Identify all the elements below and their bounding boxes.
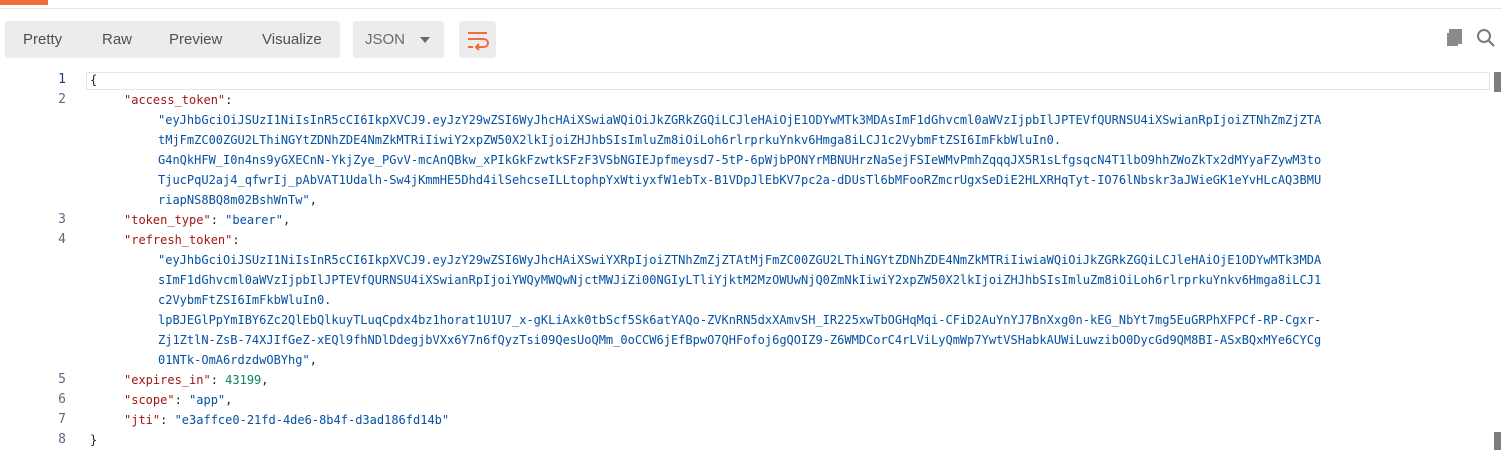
json-string: tMjFmZC00ZGU2LThiNGYtZDNhZDE4NmZkMTRiIiw… xyxy=(158,133,1062,147)
json-string: lpBJEGlPpYmIBY6Zc2QlEbQlkuyTLuqCpdx4bz1h… xyxy=(158,313,1322,327)
json-string: "bearer" xyxy=(225,213,283,227)
line-number: 5 xyxy=(58,372,66,387)
code-line: Zj1ZtlN-ZsB-74XJIfGeZ-xEQl9fhNDlDdegjbVX… xyxy=(158,330,1321,350)
view-mode-segment: Pretty Raw Preview Visualize xyxy=(5,21,340,58)
wrap-lines-button[interactable] xyxy=(459,21,496,58)
json-string: G4nQkHFW_I0n4ns9yGXECnN-YkjZye_PGvV-mcAn… xyxy=(158,153,1322,167)
close-brace: } xyxy=(90,433,98,447)
response-body-editor[interactable]: 1 2 3 4 5 6 7 8 { "access_token": "eyJhb… xyxy=(0,70,1502,472)
copy-icon[interactable] xyxy=(1445,28,1465,48)
code-line: 01NTk-OmA6rdzdwOBYhg", xyxy=(158,353,317,367)
json-key: "expires_in" xyxy=(124,373,211,387)
code-line: riapNS8BQ8m02BshWnTw", xyxy=(158,193,317,207)
tab-preview[interactable]: Preview xyxy=(169,31,222,48)
json-number: 43199 xyxy=(225,373,262,387)
response-tab-strip xyxy=(0,0,1502,9)
json-key: "refresh_token" xyxy=(124,233,233,247)
json-key: "scope" xyxy=(124,393,175,407)
json-key: "access_token" xyxy=(124,93,226,107)
code-line: c2VybmFtZSI6ImFkbWluIn0. xyxy=(158,290,331,310)
code-line: "expires_in": 43199, xyxy=(124,373,269,387)
json-string: TjucPqU2aj4_qfwrIj_pAbVAT1Udalh-Sw4jKmmH… xyxy=(158,173,1322,187)
code-line: "refresh_token": xyxy=(124,233,247,247)
vertical-scrollbar[interactable] xyxy=(1492,70,1502,472)
wrap-lines-icon xyxy=(468,32,489,51)
json-string: sImF1dGhvcml0aWVzIjpbIlJPTEVfQURNSU4iXSw… xyxy=(158,273,1322,287)
code-line: lpBJEGlPpYmIBY6Zc2QlEbQlkuyTLuqCpdx4bz1h… xyxy=(158,310,1321,330)
code-line: "access_token": xyxy=(124,93,240,107)
tab-visualize[interactable]: Visualize xyxy=(262,31,322,48)
line-number: 3 xyxy=(58,212,66,227)
tab-pretty[interactable]: Pretty xyxy=(23,31,62,48)
line-number: 6 xyxy=(58,392,66,407)
json-string: 01NTk-OmA6rdzdwOBYhg" xyxy=(158,353,310,367)
code-line: G4nQkHFW_I0n4ns9yGXECnN-YkjZye_PGvV-mcAn… xyxy=(158,150,1321,170)
open-brace: { xyxy=(90,73,98,87)
active-tab-indicator xyxy=(0,0,48,5)
code-line: "jti": "e3affce0-21fd-4de6-8b4f-d3ad186f… xyxy=(124,413,450,427)
chevron-down-icon xyxy=(420,37,430,43)
code-line: TjucPqU2aj4_qfwrIj_pAbVAT1Udalh-Sw4jKmmH… xyxy=(158,170,1321,190)
response-toolbar: Pretty Raw Preview Visualize JSON xyxy=(0,18,1502,62)
line-number: 4 xyxy=(58,232,66,247)
format-select[interactable]: JSON xyxy=(353,21,444,58)
json-string: "eyJhbGciOiJSUzI1NiIsInR5cCI6IkpXVCJ9.ey… xyxy=(158,113,1322,127)
code-line: "scope": "app", xyxy=(124,393,233,407)
json-string: "eyJhbGciOiJSUzI1NiIsInR5cCI6IkpXVCJ9.ey… xyxy=(158,253,1322,267)
json-string: c2VybmFtZSI6ImFkbWluIn0. xyxy=(158,293,332,307)
json-string: riapNS8BQ8m02BshWnTw" xyxy=(158,193,310,207)
json-key: "jti" xyxy=(124,413,161,427)
code-line: "eyJhbGciOiJSUzI1NiIsInR5cCI6IkpXVCJ9.ey… xyxy=(158,250,1321,270)
json-string: "e3affce0-21fd-4de6-8b4f-d3ad186fd14b" xyxy=(174,413,450,427)
current-line-highlight xyxy=(86,72,1490,90)
line-number: 8 xyxy=(58,432,66,447)
format-select-value: JSON xyxy=(365,31,406,48)
json-key: "token_type" xyxy=(124,213,211,227)
json-string: Zj1ZtlN-ZsB-74XJIfGeZ-xEQl9fhNDlDdegjbVX… xyxy=(158,333,1322,347)
code-line: sImF1dGhvcml0aWVzIjpbIlJPTEVfQURNSU4iXSw… xyxy=(158,270,1321,290)
line-number: 1 xyxy=(58,72,66,87)
scrollbar-thumb-bottom[interactable] xyxy=(1494,432,1501,450)
tab-raw[interactable]: Raw xyxy=(102,31,132,48)
code-line: { xyxy=(90,70,97,90)
search-icon[interactable] xyxy=(1476,28,1496,48)
line-number: 2 xyxy=(58,92,66,107)
json-string: "app" xyxy=(189,393,226,407)
code-line: "eyJhbGciOiJSUzI1NiIsInR5cCI6IkpXVCJ9.ey… xyxy=(158,110,1321,130)
scrollbar-thumb-top[interactable] xyxy=(1494,72,1501,92)
code-line: "token_type": "bearer", xyxy=(124,213,291,227)
code-line: tMjFmZC00ZGU2LThiNGYtZDNhZDE4NmZkMTRiIiw… xyxy=(158,130,1061,150)
code-line: } xyxy=(90,430,97,450)
line-number: 7 xyxy=(58,412,66,427)
